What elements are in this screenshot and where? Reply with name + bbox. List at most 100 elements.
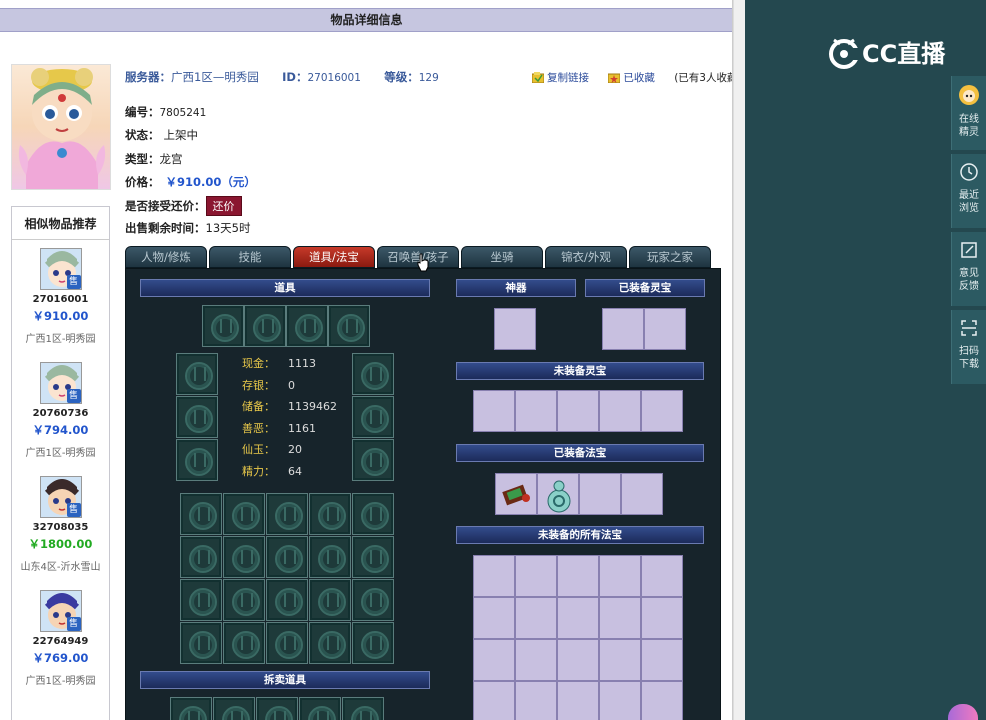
unequipped-fabao-slot[interactable] <box>473 639 515 681</box>
fabao-slot[interactable] <box>495 473 537 515</box>
unequipped-fabao-slot[interactable] <box>641 681 683 720</box>
unequipped-lingbao-slot[interactable] <box>599 390 641 432</box>
similar-item[interactable]: 售 22764949 ￥769.00 广西1区-明秀园 <box>12 582 109 696</box>
unequipped-lingbao-slot[interactable] <box>557 390 599 432</box>
equipment-slot[interactable] <box>244 305 286 347</box>
tab-6[interactable]: 玩家之家 <box>629 246 711 268</box>
backpack-slot[interactable] <box>266 493 308 535</box>
unequipped-fabao-slot[interactable] <box>599 597 641 639</box>
tab-4[interactable]: 坐骑 <box>461 246 543 268</box>
equipment-slot[interactable] <box>176 439 218 481</box>
backpack-slot[interactable] <box>180 579 222 621</box>
similar-item-server: 山东4区-沂水雪山 <box>20 562 101 573</box>
backpack-slot[interactable] <box>309 622 351 664</box>
lingbao-slot[interactable] <box>644 308 686 350</box>
backpack-slot[interactable] <box>309 536 351 578</box>
backpack-slot[interactable] <box>223 579 265 621</box>
backpack-slot[interactable] <box>266 536 308 578</box>
equipment-slot[interactable] <box>352 439 394 481</box>
unequipped-fabao-slot[interactable] <box>473 597 515 639</box>
unequipped-fabao-slot[interactable] <box>557 639 599 681</box>
unequipped-fabao-slot[interactable] <box>473 555 515 597</box>
unequipped-fabao-slot[interactable] <box>599 639 641 681</box>
unequipped-fabao-slot[interactable] <box>557 681 599 720</box>
similar-item-thumb[interactable]: 售 <box>39 362 82 404</box>
shenqi-slot[interactable] <box>494 308 536 350</box>
backpack-slot[interactable] <box>352 622 394 664</box>
backpack-slot[interactable] <box>180 493 222 535</box>
similar-item[interactable]: 售 32708035 ￥1800.00 山东4区-沂水雪山 <box>12 468 109 582</box>
backpack-slot[interactable] <box>180 622 222 664</box>
scroll-divider[interactable] <box>733 0 745 720</box>
similar-item-thumb[interactable]: 售 <box>39 476 82 518</box>
sidebar-tool-scan[interactable]: 扫码下载 <box>951 310 986 384</box>
split-item-slot[interactable] <box>342 697 384 720</box>
equipped-lingbao-title: 已装备灵宝 <box>585 279 705 297</box>
unequipped-fabao-slot[interactable] <box>599 555 641 597</box>
tab-2[interactable]: 道具/法宝 <box>293 246 375 268</box>
similar-item[interactable]: 售 27016001 ￥910.00 广西1区-明秀园 <box>12 240 109 354</box>
counter-offer-button[interactable]: 还价 <box>205 196 242 216</box>
backpack-slot[interactable] <box>266 622 308 664</box>
tab-0[interactable]: 人物/修炼 <box>125 246 207 268</box>
tab-1[interactable]: 技能 <box>209 246 291 268</box>
stat-label: 仙玉： <box>242 443 275 457</box>
backpack-slot[interactable] <box>223 536 265 578</box>
unequipped-lingbao-slot[interactable] <box>473 390 515 432</box>
similar-item-id: 32708035 <box>32 522 89 533</box>
unequipped-fabao-slot[interactable] <box>515 639 557 681</box>
backpack-slot[interactable] <box>352 579 394 621</box>
backpack-slot[interactable] <box>309 493 351 535</box>
backpack-slot[interactable] <box>266 579 308 621</box>
equipment-slot[interactable] <box>286 305 328 347</box>
unequipped-fabao-slot[interactable] <box>473 681 515 720</box>
unequipped-fabao-slot[interactable] <box>515 555 557 597</box>
unequipped-fabao-slot[interactable] <box>641 639 683 681</box>
similar-item-thumb[interactable]: 售 <box>39 248 82 290</box>
unequipped-fabao-slot[interactable] <box>557 597 599 639</box>
unequipped-fabao-slot[interactable] <box>515 681 557 720</box>
unequipped-fabao-slot[interactable] <box>641 597 683 639</box>
unequipped-lingbao-slot[interactable] <box>515 390 557 432</box>
backpack-slot[interactable] <box>309 579 351 621</box>
item-actions: 复制链接 已收藏 (已有3人收藏) <box>532 70 732 85</box>
similar-item[interactable]: 售 20760736 ￥794.00 广西1区-明秀园 <box>12 354 109 468</box>
unequipped-fabao-slot[interactable] <box>599 681 641 720</box>
sidebar-tool-feedback[interactable]: 意见反馈 <box>951 232 986 306</box>
unequipped-fabao-slot[interactable] <box>557 555 599 597</box>
equipment-slot[interactable] <box>352 396 394 438</box>
backpack-slot[interactable] <box>352 536 394 578</box>
equipment-slot[interactable] <box>176 396 218 438</box>
split-item-slot[interactable] <box>299 697 341 720</box>
type-label: 类型： <box>125 152 160 166</box>
page-title: 物品详细信息 <box>0 8 732 32</box>
fabao-slot[interactable] <box>579 473 621 515</box>
copy-link-button[interactable]: 复制链接 <box>532 72 600 84</box>
price-row: 价格： ￥910.00（元） <box>125 174 256 190</box>
split-item-slot[interactable] <box>213 697 255 720</box>
fabao-slot[interactable] <box>621 473 663 515</box>
equipment-slot[interactable] <box>328 305 370 347</box>
split-item-slot[interactable] <box>256 697 298 720</box>
similar-item-thumb[interactable]: 售 <box>39 590 82 632</box>
backpack-slot[interactable] <box>180 536 222 578</box>
feedback-icon <box>952 232 986 263</box>
stat-row: 仙玉： 20 <box>242 441 302 457</box>
equipment-slot[interactable] <box>202 305 244 347</box>
backpack-slot[interactable] <box>223 493 265 535</box>
backpack-slot[interactable] <box>352 493 394 535</box>
sidebar-tool-sprite[interactable]: 在线精灵 <box>951 76 986 150</box>
equipment-slot[interactable] <box>352 353 394 395</box>
unequipped-fabao-slot[interactable] <box>641 555 683 597</box>
sidebar-tool-clock[interactable]: 最近浏览 <box>951 154 986 228</box>
backpack-slot[interactable] <box>223 622 265 664</box>
split-item-slot[interactable] <box>170 697 212 720</box>
copy-link-label: 复制链接 <box>547 72 589 84</box>
unequipped-lingbao-slot[interactable] <box>641 390 683 432</box>
tab-5[interactable]: 锦衣/外观 <box>545 246 627 268</box>
unequipped-fabao-slot[interactable] <box>515 597 557 639</box>
equipment-slot[interactable] <box>176 353 218 395</box>
favorite-button[interactable]: 已收藏 <box>608 72 666 84</box>
fabao-slot[interactable] <box>537 473 579 515</box>
lingbao-slot[interactable] <box>602 308 644 350</box>
